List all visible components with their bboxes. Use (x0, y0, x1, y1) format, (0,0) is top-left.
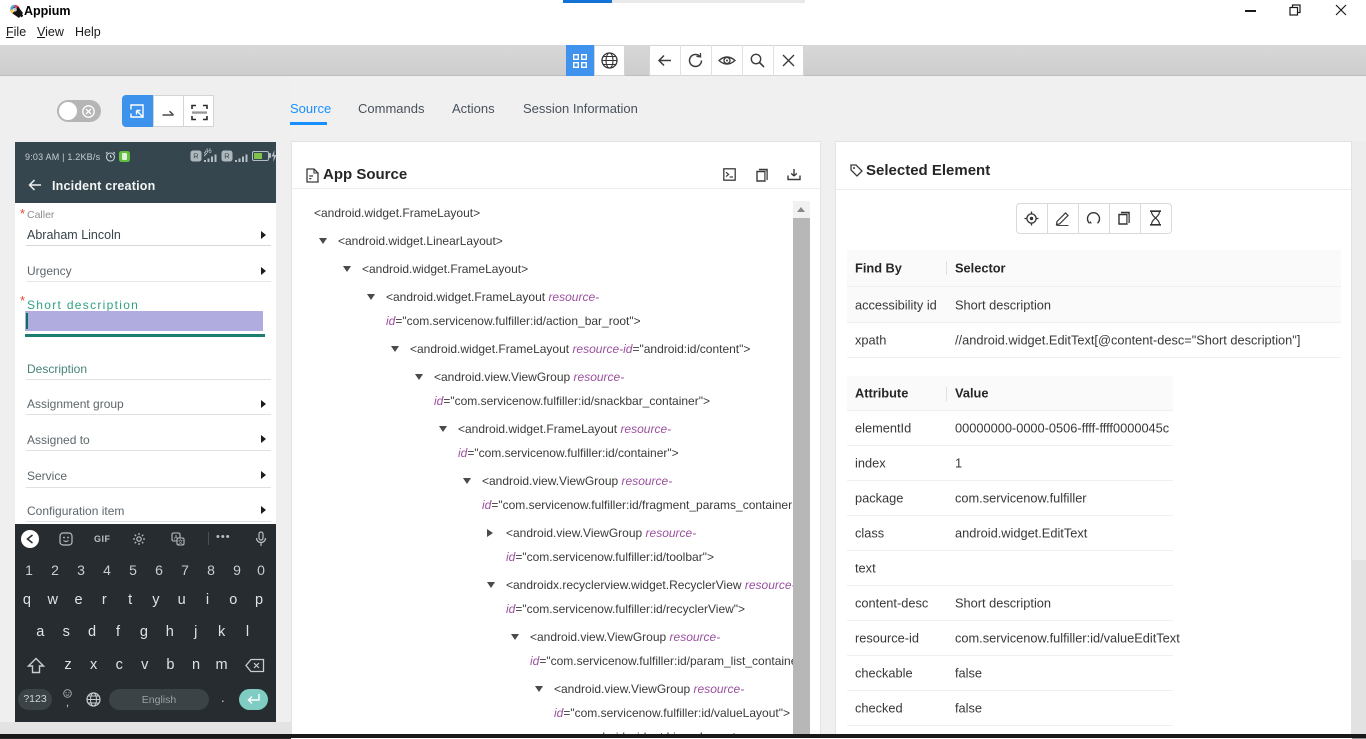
svg-text:文: 文 (178, 538, 184, 546)
svg-text:R: R (224, 152, 230, 161)
svg-text:R: R (193, 152, 199, 161)
